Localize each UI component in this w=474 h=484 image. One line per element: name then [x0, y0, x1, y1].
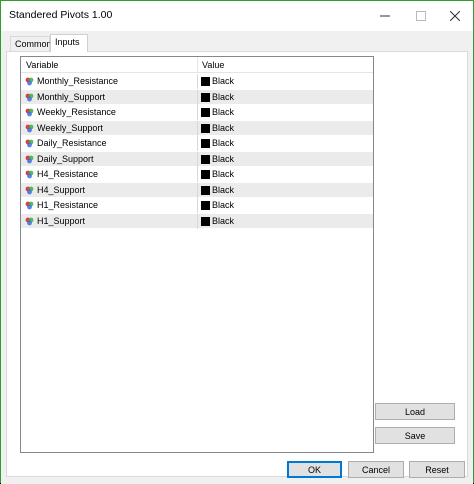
- column-separator: [197, 74, 198, 89]
- variable-name: H4_Support: [37, 185, 86, 195]
- tab-inputs-label: Inputs: [55, 37, 80, 47]
- close-icon: [450, 11, 460, 21]
- close-button[interactable]: [437, 1, 473, 31]
- variable-value[interactable]: Black: [212, 169, 234, 179]
- table-row[interactable]: Daily_Resistance Black: [21, 136, 373, 151]
- cancel-button[interactable]: Cancel: [348, 461, 404, 478]
- dialog-window: Standered Pivots 1.00 Common Inputs Vari…: [0, 0, 474, 484]
- tab-common[interactable]: Common: [10, 36, 52, 51]
- color-variable-icon: [25, 217, 34, 226]
- column-separator: [197, 90, 198, 105]
- color-swatch: [201, 108, 210, 117]
- variable-value[interactable]: Black: [212, 92, 234, 102]
- maximize-icon: [416, 11, 426, 21]
- table-row[interactable]: Weekly_Support Black: [21, 121, 373, 136]
- table-row[interactable]: Daily_Support Black: [21, 152, 373, 167]
- color-variable-icon: [25, 108, 34, 117]
- column-separator: [197, 136, 198, 151]
- variable-value[interactable]: Black: [212, 185, 234, 195]
- table-row[interactable]: Monthly_Support Black: [21, 90, 373, 105]
- tab-inputs[interactable]: Inputs: [50, 34, 88, 52]
- column-separator: [197, 121, 198, 136]
- save-button[interactable]: Save: [375, 427, 455, 444]
- variable-name: H1_Resistance: [37, 200, 99, 210]
- table-row[interactable]: H1_Resistance Black: [21, 198, 373, 213]
- color-swatch: [201, 155, 210, 164]
- color-variable-icon: [25, 93, 34, 102]
- variable-value[interactable]: Black: [212, 216, 234, 226]
- color-variable-icon: [25, 201, 34, 210]
- color-swatch: [201, 170, 210, 179]
- variable-name: Daily_Resistance: [37, 138, 107, 148]
- column-separator: [197, 214, 198, 229]
- inputs-grid: Variable Value Monthly_Resistance Black …: [20, 56, 374, 453]
- color-variable-icon: [25, 124, 34, 133]
- table-row[interactable]: H1_Support Black: [21, 214, 373, 229]
- variable-name: Monthly_Support: [37, 92, 106, 102]
- column-separator: [197, 167, 198, 182]
- title-bar[interactable]: Standered Pivots 1.00: [1, 1, 473, 31]
- color-swatch: [201, 77, 210, 86]
- dialog-client: Common Inputs Variable Value Monthly_Res…: [1, 31, 473, 484]
- color-variable-icon: [25, 155, 34, 164]
- minimize-icon: [380, 15, 390, 17]
- variable-value[interactable]: Black: [212, 200, 234, 210]
- variable-name: Weekly_Resistance: [37, 107, 116, 117]
- table-row[interactable]: Weekly_Resistance Black: [21, 105, 373, 120]
- color-swatch: [201, 124, 210, 133]
- color-variable-icon: [25, 77, 34, 86]
- table-row[interactable]: H4_Resistance Black: [21, 167, 373, 182]
- color-variable-icon: [25, 139, 34, 148]
- load-button[interactable]: Load: [375, 403, 455, 420]
- ok-button[interactable]: OK: [287, 461, 342, 478]
- variable-name: Weekly_Support: [37, 123, 103, 133]
- grid-header: Variable Value: [21, 57, 373, 73]
- color-variable-icon: [25, 186, 34, 195]
- maximize-button[interactable]: [403, 1, 439, 31]
- column-separator: [197, 105, 198, 120]
- table-row[interactable]: H4_Support Black: [21, 183, 373, 198]
- variable-value[interactable]: Black: [212, 123, 234, 133]
- variable-name: H1_Support: [37, 216, 86, 226]
- color-swatch: [201, 217, 210, 226]
- header-variable[interactable]: Variable: [26, 60, 58, 70]
- variable-value[interactable]: Black: [212, 76, 234, 86]
- variable-name: H4_Resistance: [37, 169, 99, 179]
- column-separator: [197, 152, 198, 167]
- variable-name: Daily_Support: [37, 154, 94, 164]
- window-title: Standered Pivots 1.00: [9, 9, 113, 21]
- color-swatch: [201, 139, 210, 148]
- table-row[interactable]: Monthly_Resistance Black: [21, 74, 373, 89]
- variable-value[interactable]: Black: [212, 107, 234, 117]
- variable-value[interactable]: Black: [212, 138, 234, 148]
- variable-name: Monthly_Resistance: [37, 76, 119, 86]
- reset-button[interactable]: Reset: [409, 461, 465, 478]
- header-value[interactable]: Value: [202, 60, 224, 70]
- minimize-button[interactable]: [367, 1, 403, 31]
- column-separator: [197, 198, 198, 213]
- color-variable-icon: [25, 170, 34, 179]
- color-swatch: [201, 186, 210, 195]
- color-swatch: [201, 93, 210, 102]
- column-separator: [197, 183, 198, 198]
- variable-value[interactable]: Black: [212, 154, 234, 164]
- tab-common-label: Common: [15, 39, 52, 49]
- color-swatch: [201, 201, 210, 210]
- header-separator[interactable]: [197, 57, 198, 73]
